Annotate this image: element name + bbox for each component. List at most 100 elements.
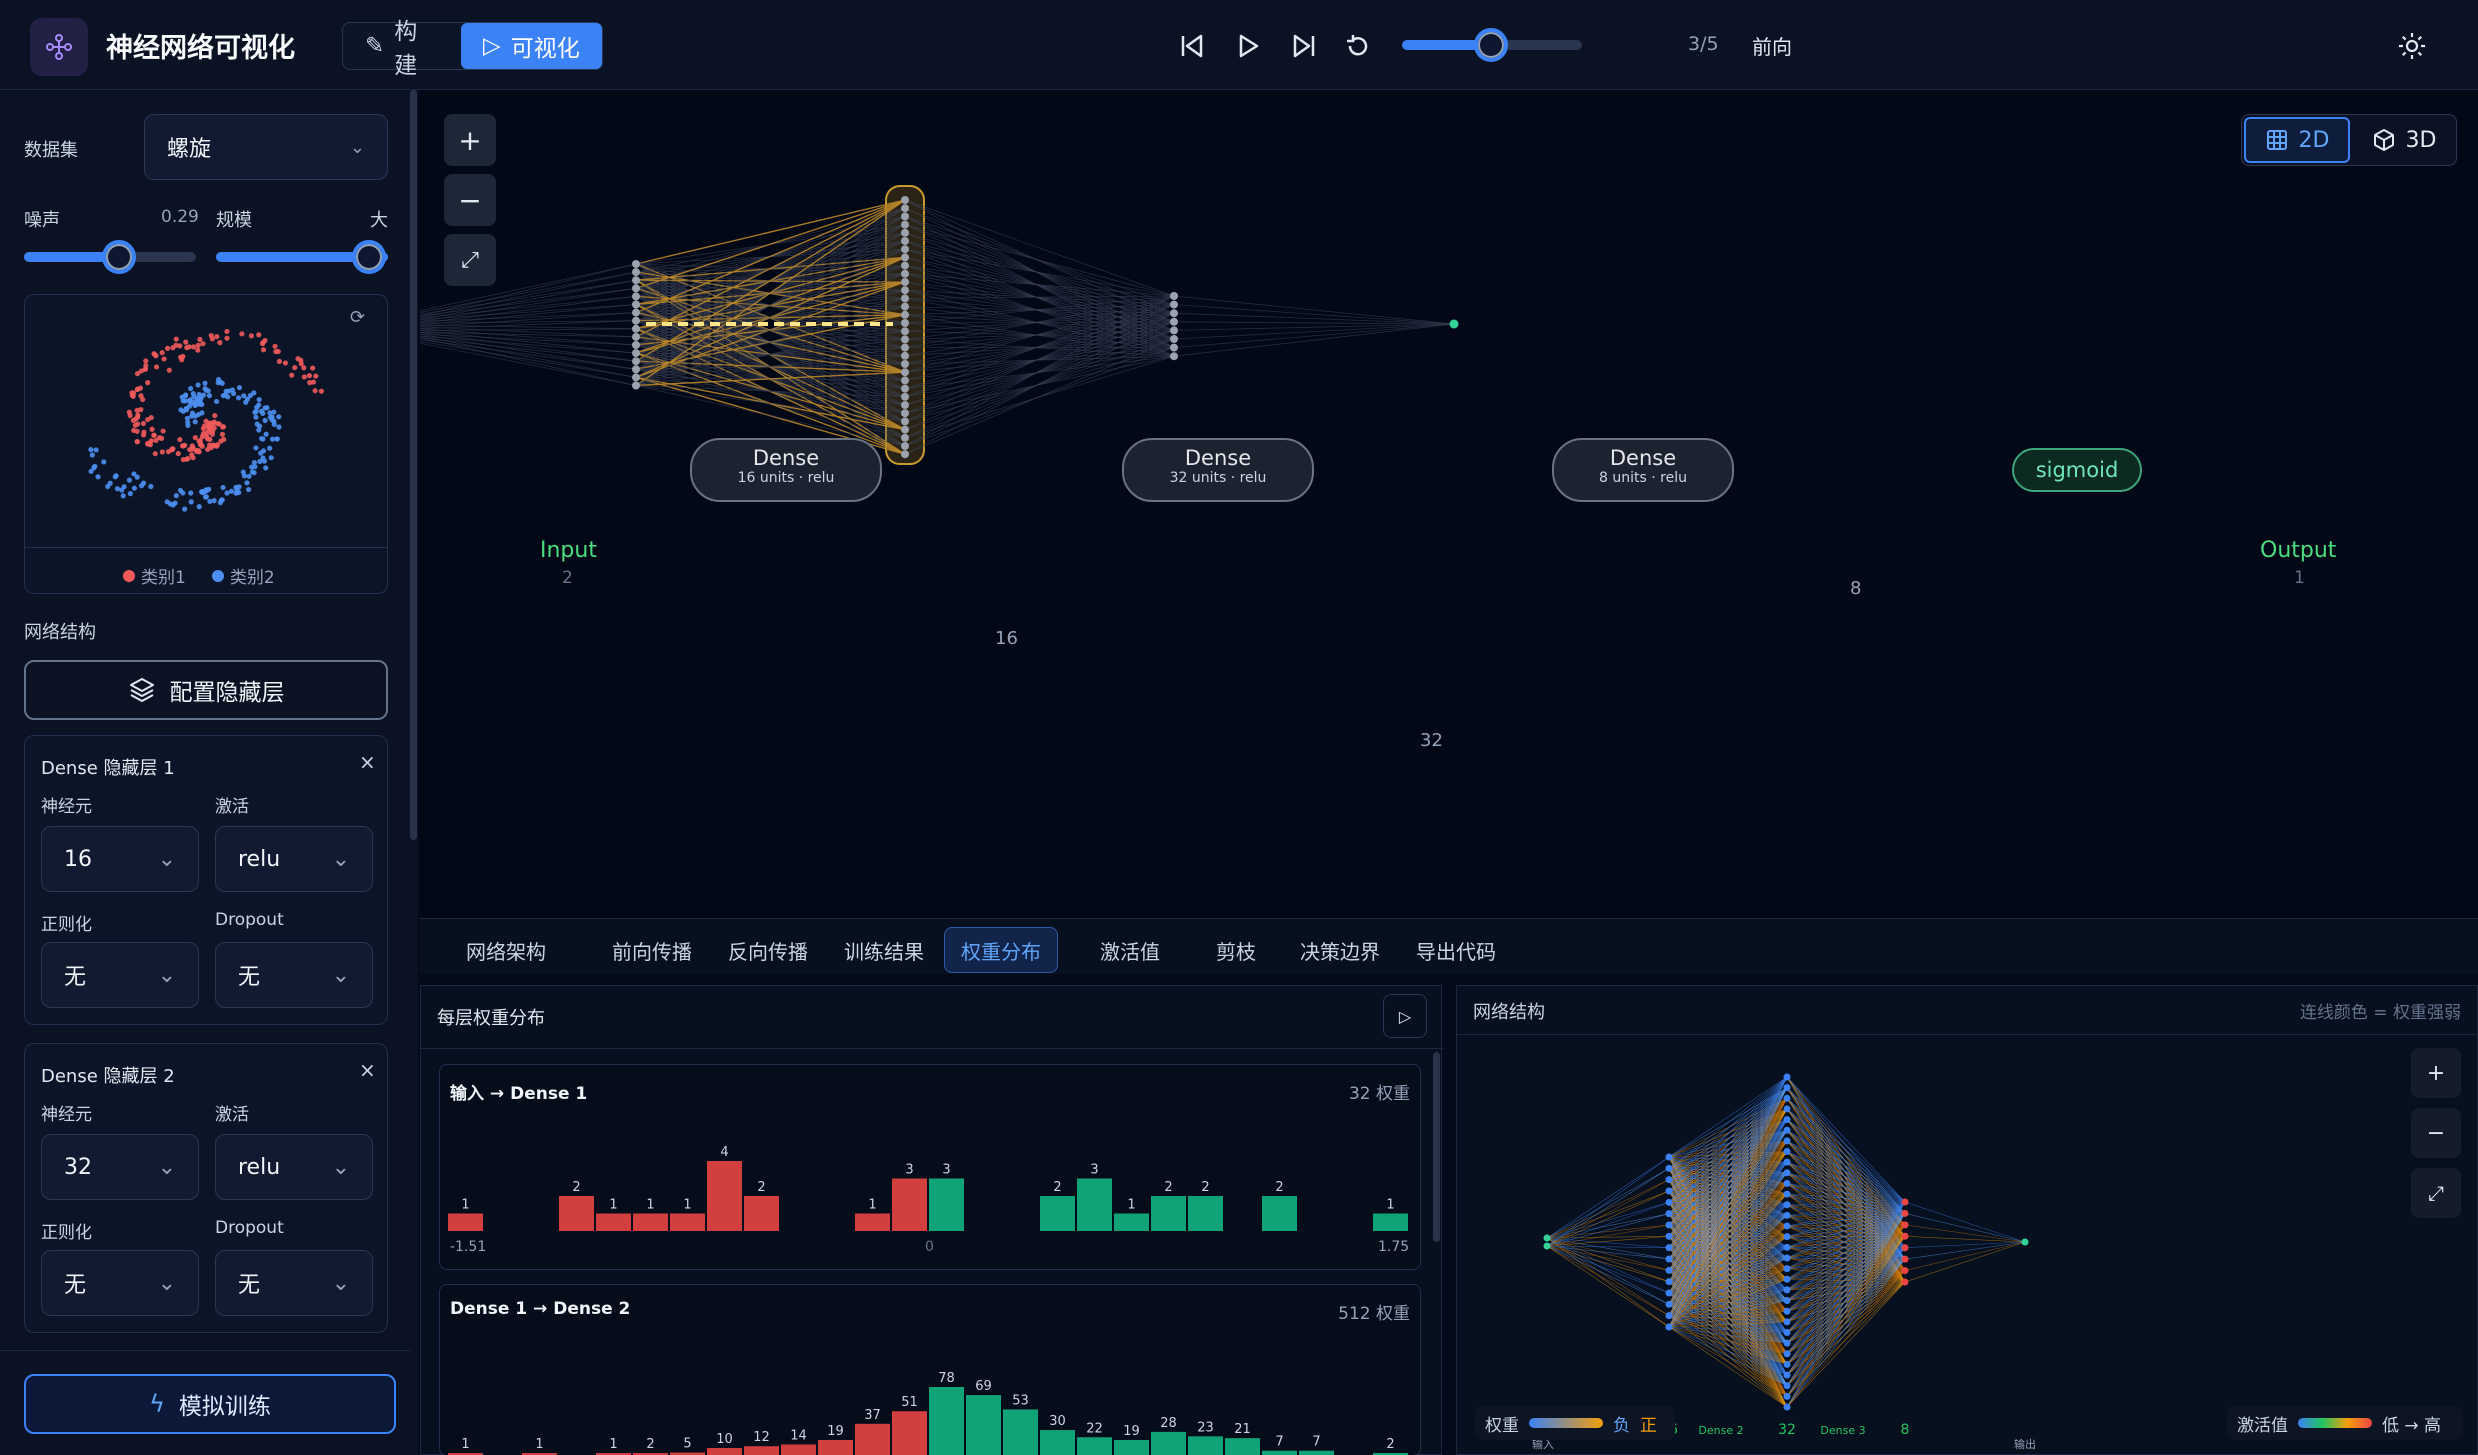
data-point xyxy=(95,474,101,480)
play-animation-button[interactable]: ▷ xyxy=(1383,994,1427,1038)
dataset-select[interactable]: 螺旋 ⌄ xyxy=(144,114,388,180)
neurons-select[interactable]: 16 ⌄ xyxy=(41,826,199,892)
mini-neuron xyxy=(1665,1278,1673,1286)
mini-zoom-in-button[interactable]: + xyxy=(2411,1048,2461,1098)
histogram-bar-label: 2 xyxy=(1053,1180,1061,1195)
tab-1[interactable]: 前向传播 xyxy=(596,927,708,973)
negative-label: 负 xyxy=(1613,1415,1630,1436)
plus-icon: + xyxy=(2426,1060,2446,1086)
fit-view-button[interactable]: ⤢ xyxy=(444,234,496,286)
data-point xyxy=(248,333,255,339)
mini-neuron xyxy=(1783,1297,1791,1305)
close-icon[interactable]: × xyxy=(359,750,376,774)
zoom-out-button[interactable]: − xyxy=(444,174,496,226)
histogram-bar xyxy=(929,1387,964,1455)
tab-3[interactable]: 训练结果 xyxy=(828,927,940,973)
regularization-select[interactable]: 无 ⌄ xyxy=(41,942,199,1008)
configure-layers-button[interactable]: 配置隐藏层 xyxy=(24,660,388,720)
view-2d-button[interactable]: 2D xyxy=(2244,117,2350,163)
edges xyxy=(420,199,1455,455)
weight-gradient xyxy=(1529,1418,1603,1428)
dense-layer-pill-2[interactable]: Dense 32 units · relu xyxy=(1122,438,1314,502)
build-mode-button[interactable]: ✎ 构建 xyxy=(343,19,461,79)
data-point xyxy=(188,385,194,392)
visualize-mode-button[interactable]: ▷ 可视化 xyxy=(461,23,602,69)
dataset-preview: ⟳ 类别1 类别2 xyxy=(24,294,388,594)
mini-neuron xyxy=(1665,1153,1673,1161)
histogram-bar-label: 2 xyxy=(1386,1437,1394,1452)
tab-6[interactable]: 剪枝 xyxy=(1200,927,1272,973)
data-point xyxy=(132,422,138,428)
skip-back-button[interactable] xyxy=(1170,24,1214,68)
network-canvas[interactable]: + − ⤢ 2D 3D Dense 16 units · relu Dense … xyxy=(420,90,2478,918)
mini-neuron xyxy=(1665,1198,1673,1206)
simulate-training-button[interactable]: ϟ 模拟训练 xyxy=(24,1374,396,1434)
close-icon[interactable]: × xyxy=(359,1058,376,1082)
tab-7[interactable]: 决策边界 xyxy=(1284,927,1396,973)
chevron-down-icon: ⌄ xyxy=(157,962,176,988)
activation-select[interactable]: relu ⌄ xyxy=(215,826,373,892)
data-point xyxy=(200,392,207,398)
data-point xyxy=(143,358,149,364)
play-icon: ▷ xyxy=(483,33,501,59)
activation-gradient xyxy=(2298,1418,2372,1428)
histogram-bar-label: 14 xyxy=(790,1428,807,1443)
skip-forward-button[interactable] xyxy=(1282,24,1326,68)
reset-button[interactable] xyxy=(1336,24,1380,68)
layer-card-2: Dense 隐藏层 2 × 神经元 激活 32 ⌄ relu ⌄ 正则化 Dropo… xyxy=(24,1043,388,1333)
dense-layer-pill-1[interactable]: Dense 16 units · relu xyxy=(690,438,882,502)
data-point xyxy=(140,420,146,427)
tab-2[interactable]: 反向传播 xyxy=(712,927,824,973)
histogram-bar-label: 2 xyxy=(757,1180,765,1195)
play-button[interactable] xyxy=(1226,24,1270,68)
mini-fit-button[interactable]: ⤢ xyxy=(2411,1168,2461,1218)
neuron xyxy=(1170,309,1178,318)
chevron-down-icon: ⌄ xyxy=(331,1270,350,1296)
neurons-select[interactable]: 32 ⌄ xyxy=(41,1134,199,1200)
data-point xyxy=(245,486,252,493)
refresh-icon[interactable]: ⟳ xyxy=(350,307,365,328)
histogram-bar-label: 1 xyxy=(609,1437,617,1452)
dropout-select[interactable]: 无 ⌄ xyxy=(215,1250,373,1316)
histogram-bar xyxy=(1077,1178,1112,1231)
tab-4[interactable]: 权重分布 xyxy=(944,927,1058,973)
dropout-select[interactable]: 无 ⌄ xyxy=(215,942,373,1008)
chevron-down-icon: ⌄ xyxy=(349,136,365,158)
pencil-icon: ✎ xyxy=(365,33,385,59)
theme-toggle-button[interactable] xyxy=(2390,24,2434,68)
weights-panel-title: 每层权重分布 xyxy=(437,1008,545,1029)
rotate-icon xyxy=(1347,35,1368,56)
tab-8[interactable]: 导出代码 xyxy=(1400,927,1512,973)
neuron xyxy=(901,392,909,401)
mini-neuron xyxy=(1783,1403,1791,1411)
output-count: 1 xyxy=(2294,568,2305,588)
data-point xyxy=(282,360,289,366)
mini-layer-label: 8 xyxy=(1901,1422,1910,1438)
data-point xyxy=(236,384,243,391)
scale-slider-handle[interactable] xyxy=(352,240,386,274)
data-point xyxy=(256,396,262,403)
sigmoid-pill[interactable]: sigmoid xyxy=(2012,448,2142,492)
configure-layers-label: 配置隐藏层 xyxy=(169,680,285,706)
mini-zoom-out-button[interactable]: − xyxy=(2411,1108,2461,1158)
histogram-bar-label: 1 xyxy=(683,1198,691,1213)
panel-scrollbar[interactable] xyxy=(1433,1052,1440,1242)
mini-layer-label: 输出 xyxy=(2014,1437,2036,1451)
data-point xyxy=(210,442,216,448)
activation-select[interactable]: relu ⌄ xyxy=(215,1134,373,1200)
tab-0[interactable]: 网络架构 xyxy=(450,927,562,973)
data-point xyxy=(173,493,179,499)
tab-5[interactable]: 激活值 xyxy=(1084,927,1176,973)
step-slider-handle[interactable] xyxy=(1474,28,1508,62)
regularization-select[interactable]: 无 ⌄ xyxy=(41,1250,199,1316)
neuron xyxy=(1170,352,1178,361)
zoom-in-button[interactable]: + xyxy=(444,114,496,166)
data-point xyxy=(173,342,179,348)
view-3d-button[interactable]: 3D xyxy=(2354,117,2454,163)
sidebar-scrollbar[interactable] xyxy=(410,90,417,840)
noise-slider-handle[interactable] xyxy=(102,240,136,274)
neuron xyxy=(901,278,909,286)
histogram-bar xyxy=(966,1395,1001,1455)
data-point xyxy=(272,343,278,349)
dense-layer-pill-3[interactable]: Dense 8 units · relu xyxy=(1552,438,1734,502)
